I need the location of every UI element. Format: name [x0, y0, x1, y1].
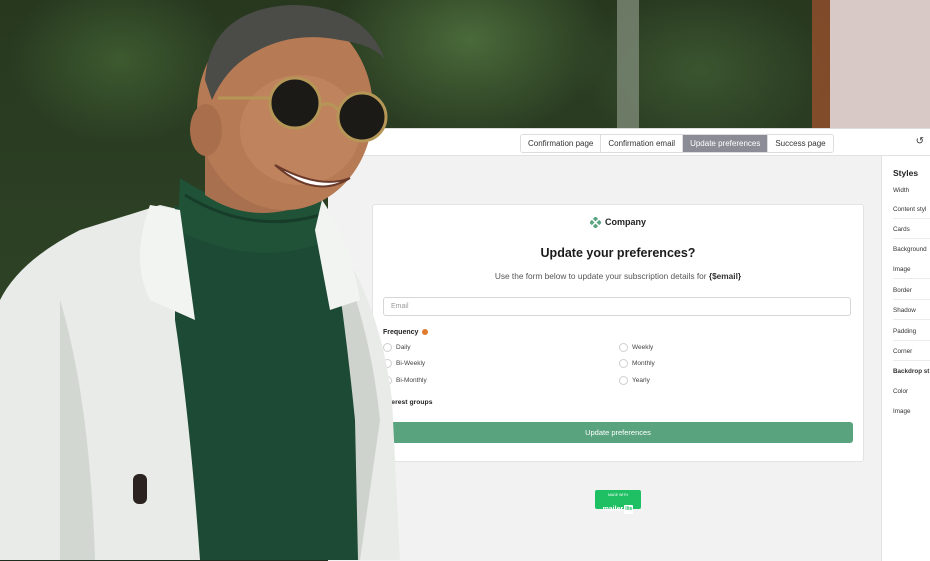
background-wall-accent: [812, 0, 830, 130]
style-backdrop-image[interactable]: Image: [893, 408, 911, 415]
radio-monthly[interactable]: Monthly: [619, 359, 655, 368]
form-title: Update your preferences?: [540, 246, 696, 260]
subtitle-email-variable: {$email}: [708, 271, 742, 281]
info-icon[interactable]: [422, 329, 429, 336]
style-image[interactable]: Image: [893, 266, 911, 273]
undo-icon[interactable]: ↺: [916, 136, 924, 147]
person-photo: [0, 5, 400, 560]
divider: [893, 278, 930, 279]
divider: [893, 238, 930, 239]
preferences-form-card: Company Update your preferences? Use the…: [372, 204, 864, 462]
radio-label: Yearly: [632, 377, 650, 385]
style-cards[interactable]: Cards: [893, 226, 910, 233]
update-preferences-button[interactable]: Update preferences: [383, 422, 853, 443]
background-wall: [830, 0, 930, 130]
background-post: [617, 0, 639, 130]
style-background[interactable]: Background: [893, 246, 927, 253]
divider: [893, 218, 930, 219]
style-shadow[interactable]: Shadow: [893, 307, 916, 314]
divider: [893, 299, 930, 300]
style-corner[interactable]: Corner: [893, 348, 912, 355]
radio-label: Weekly: [632, 344, 654, 352]
company-logo-icon: [589, 217, 601, 229]
style-width[interactable]: Width: [893, 187, 909, 194]
style-content-style[interactable]: Content styl: [893, 206, 926, 213]
style-color[interactable]: Color: [893, 388, 908, 395]
style-border[interactable]: Border: [893, 287, 912, 294]
divider: [893, 319, 930, 320]
tab-confirmation-page[interactable]: Confirmation page: [521, 135, 602, 152]
company-name: Company: [604, 217, 646, 227]
email-input[interactable]: Email: [383, 297, 851, 316]
divider: [893, 340, 930, 341]
radio-label: Monthly: [632, 360, 655, 368]
tab-group: Confirmation page Confirmation email Upd…: [520, 134, 834, 153]
badge-brand: mailer lite: [602, 504, 634, 514]
company-brand: Company: [373, 217, 863, 229]
radio-yearly[interactable]: Yearly: [619, 376, 650, 385]
tab-success-page[interactable]: Success page: [768, 135, 833, 152]
badge-box: lite: [624, 504, 634, 514]
radio-circle: [619, 376, 628, 385]
styles-panel: Styles Width Content styl Cards Backgrou…: [881, 156, 930, 561]
style-backdrop-style[interactable]: Backdrop st: [893, 368, 929, 375]
tab-update-preferences[interactable]: Update preferences: [683, 135, 769, 152]
radio-circle: [619, 359, 628, 368]
style-padding[interactable]: Padding: [893, 328, 916, 335]
tab-confirmation-email[interactable]: Confirmation email: [601, 135, 684, 152]
radio-weekly[interactable]: Weekly: [619, 343, 653, 352]
divider: [893, 360, 930, 361]
subtitle-text: Use the form below to update your subscr…: [494, 271, 709, 281]
radio-circle: [619, 343, 628, 352]
form-subtitle: Use the form below to update your subscr…: [373, 271, 863, 281]
styles-title: Styles: [893, 168, 919, 178]
mailerlite-badge[interactable]: MADE WITH mailer lite: [595, 490, 641, 514]
badge-made-with: MADE WITH: [607, 493, 629, 497]
badge-brand-text: mailer: [602, 506, 624, 513]
